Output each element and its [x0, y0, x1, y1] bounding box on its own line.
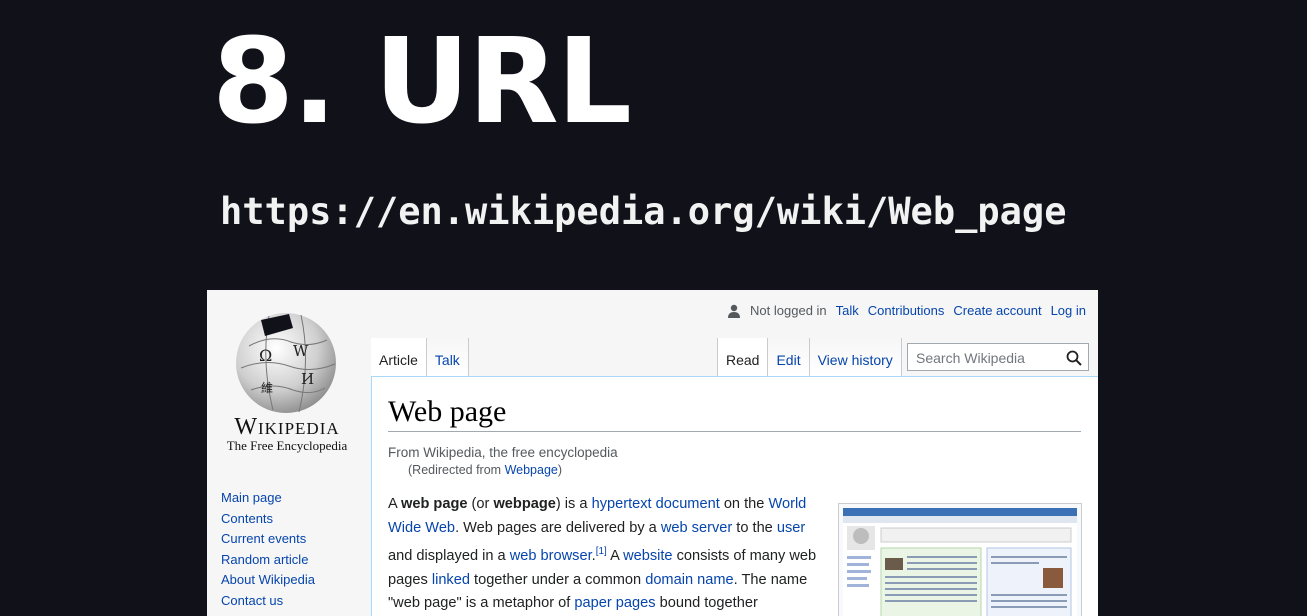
article-lead-paragraph: A web page (or webpage) is a hypertext d… [388, 493, 818, 616]
article-text-segment: to the [732, 519, 777, 536]
sidebar-item-random-article[interactable]: Random article [221, 550, 315, 571]
article-text-segment: and displayed in a [388, 548, 510, 565]
slide-title: 8. URL [212, 12, 632, 150]
wikipedia-wordmark[interactable]: Wikipedia [222, 414, 352, 441]
tab-edit[interactable]: Edit [768, 338, 810, 376]
redirect-link[interactable]: Webpage [505, 463, 558, 477]
article-link[interactable]: user [777, 520, 805, 536]
article-text-segment: A [388, 496, 401, 512]
redirect-notice: (Redirected from Webpage) [408, 463, 562, 477]
sidebar-item-main-page[interactable]: Main page [221, 488, 315, 509]
citation-reference[interactable]: [1] [596, 546, 607, 557]
article-link[interactable]: domain name [645, 572, 733, 588]
sidebar-item-contact-us[interactable]: Contact us [221, 591, 315, 612]
tab-read[interactable]: Read [718, 338, 769, 376]
article-text-segment: ) is a [555, 496, 592, 512]
log-in-link[interactable]: Log in [1051, 303, 1086, 318]
article-content: Web page From Wikipedia, the free encycl… [371, 376, 1098, 616]
redirect-suffix: ) [557, 463, 563, 477]
article-link[interactable]: paper pages [574, 595, 655, 611]
not-logged-in-label: Not logged in [750, 303, 827, 318]
view-tabs: Read Edit View history [717, 338, 902, 376]
tab-article[interactable]: Article [371, 338, 427, 376]
personal-tools: Not logged in Talk Contributions Create … [727, 303, 1086, 318]
article-text-segment: bound together [655, 595, 758, 612]
article-text-segment: . Web pages are delivered by a [455, 519, 661, 536]
bold-term: webpage [493, 496, 556, 512]
article-text-segment: (or [467, 496, 494, 512]
tab-talk[interactable]: Talk [426, 338, 469, 376]
search-icon[interactable] [1066, 350, 1082, 366]
wikipedia-screenshot: Ω W И 維 Wikipedia The Free Encyclopedia … [207, 290, 1098, 616]
create-account-link[interactable]: Create account [953, 303, 1041, 318]
article-text-segment: together under a common [469, 571, 646, 588]
bold-term: web page [400, 496, 468, 512]
article-text-segment: A [606, 548, 624, 565]
svg-text:維: 維 [261, 381, 273, 395]
search-input[interactable] [914, 345, 1068, 371]
article-thumbnail-image[interactable] [838, 503, 1082, 616]
search-box [907, 343, 1089, 371]
sidebar-navigation: Main page Contents Current events Random ar… [221, 488, 315, 616]
sidebar-item-contents[interactable]: Contents [221, 509, 315, 530]
svg-text:И: И [301, 370, 314, 388]
article-link[interactable]: web server [661, 520, 732, 536]
slide-url: https://en.wikipedia.org/wiki/Web_page [220, 190, 1067, 233]
user-talk-link[interactable]: Talk [836, 303, 859, 318]
article-link[interactable]: website [623, 548, 672, 564]
user-icon [728, 304, 741, 318]
namespace-tabs: Article Talk [371, 338, 469, 376]
svg-text:Ω: Ω [259, 346, 272, 365]
tab-view-history[interactable]: View history [809, 338, 902, 376]
wikipedia-globe-icon[interactable]: Ω W И 維 [231, 306, 341, 416]
svg-text:W: W [293, 342, 309, 360]
page-title: Web page [388, 395, 1081, 432]
browser-screenshot-icon [843, 508, 1077, 616]
sidebar-item-about-wikipedia[interactable]: About Wikipedia [221, 570, 315, 591]
sidebar-item-donate[interactable]: Donate [221, 612, 315, 616]
sidebar-item-current-events[interactable]: Current events [221, 529, 315, 550]
redirect-prefix: (Redirected from [408, 463, 505, 477]
site-subtitle: From Wikipedia, the free encyclopedia [388, 445, 618, 460]
article-text-segment: on the [719, 496, 769, 512]
article-link[interactable]: hypertext document [592, 496, 720, 512]
contributions-link[interactable]: Contributions [868, 303, 945, 318]
wikipedia-tagline: The Free Encyclopedia [226, 438, 348, 453]
article-link[interactable]: linked [432, 572, 470, 588]
article-link[interactable]: web browser [510, 548, 592, 564]
